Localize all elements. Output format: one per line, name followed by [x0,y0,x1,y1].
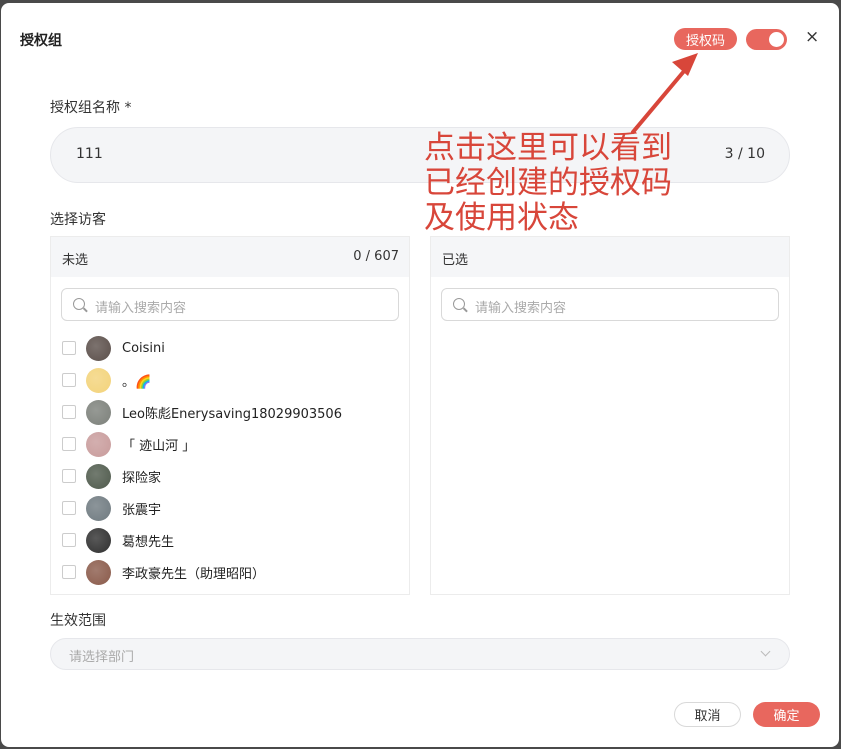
visitor-name: 探险家 [122,470,162,486]
selected-search-input[interactable]: 请输入搜索内容 [441,288,779,321]
unselected-panel: 未选 0 / 607 请输入搜索内容 Coisini 。🌈 Leo陈彪Enerysa… [50,236,410,595]
selected-panel-title: 已选 [442,253,469,268]
visitor-name: Coisini [122,340,165,356]
auth-code-button[interactable]: 授权码 [674,28,737,50]
visitor-checkbox[interactable] [62,565,76,579]
visitor-name: 李政豪先生（助理昭阳） [122,566,266,582]
visitor-checkbox[interactable] [62,469,76,483]
visitor-checkbox[interactable] [62,341,76,355]
unselected-count: 0 / 607 [353,249,399,264]
visitor-list-item[interactable]: 葛想先生 [62,526,174,554]
visitor-name: 「 迹山河 」 [122,438,196,454]
avatar [86,431,111,457]
enable-toggle[interactable] [746,29,787,50]
visitor-name: Leo陈彪Enerysaving18029903506 [122,406,342,422]
visitors-label: 选择访客 [50,212,106,228]
search-placeholder: 请输入搜索内容 [475,301,567,316]
visitor-list-item[interactable]: 张震宇 [62,494,161,522]
avatar [86,463,111,489]
department-select[interactable]: 请选择部门 [50,638,790,670]
cancel-button[interactable]: 取消 [674,702,741,727]
search-placeholder: 请输入搜索内容 [95,301,187,316]
group-name-char-count: 3 / 10 [724,146,765,162]
visitor-list-item[interactable]: 探险家 [62,462,161,490]
group-name-value: 111 [76,146,103,162]
close-icon[interactable]: × [805,27,819,47]
visitor-checkbox[interactable] [62,405,76,419]
visitor-list-item[interactable]: 。🌈 [62,366,151,394]
avatar [86,367,111,393]
search-icon [73,298,85,310]
visitor-name: 张震宇 [122,502,162,518]
avatar [86,495,111,521]
scope-label: 生效范围 [50,613,106,629]
visitor-checkbox[interactable] [62,533,76,547]
dialog-title: 授权组 [20,33,62,49]
visitor-list-item[interactable]: 李政豪先生（助理昭阳） [62,558,265,586]
visitor-list-item[interactable]: 「 迹山河 」 [62,430,195,458]
chevron-down-icon [760,646,771,657]
selected-panel-header: 已选 [431,237,789,277]
visitor-checkbox[interactable] [62,437,76,451]
annotation-text: 点击这里可以看到 已经创建的授权码 及使用状态 [424,130,672,236]
visitor-name: 。🌈 [122,374,152,390]
authorization-group-dialog: 授权组 授权码 × 授权组名称 * 111 3 / 10 选择访客 未选 0 /… [1,3,839,747]
avatar [86,559,111,585]
unselected-panel-title: 未选 [62,253,89,268]
group-name-input[interactable]: 111 3 / 10 [50,127,790,183]
visitor-checkbox[interactable] [62,501,76,515]
toggle-knob [769,32,784,47]
avatar [86,335,111,361]
unselected-panel-header: 未选 0 / 607 [51,237,409,277]
department-select-placeholder: 请选择部门 [69,650,135,665]
search-icon [453,298,465,310]
visitor-name: 葛想先生 [122,534,175,550]
visitor-checkbox[interactable] [62,373,76,387]
avatar [86,399,111,425]
visitor-list-item[interactable]: Leo陈彪Enerysaving18029903506 [62,398,342,426]
name-field-label: 授权组名称 * [50,100,132,116]
unselected-search-input[interactable]: 请输入搜索内容 [61,288,399,321]
confirm-button[interactable]: 确定 [753,702,820,727]
visitor-list-item[interactable]: Coisini [62,334,165,362]
avatar [86,527,111,553]
selected-panel: 已选 请输入搜索内容 [430,236,790,595]
